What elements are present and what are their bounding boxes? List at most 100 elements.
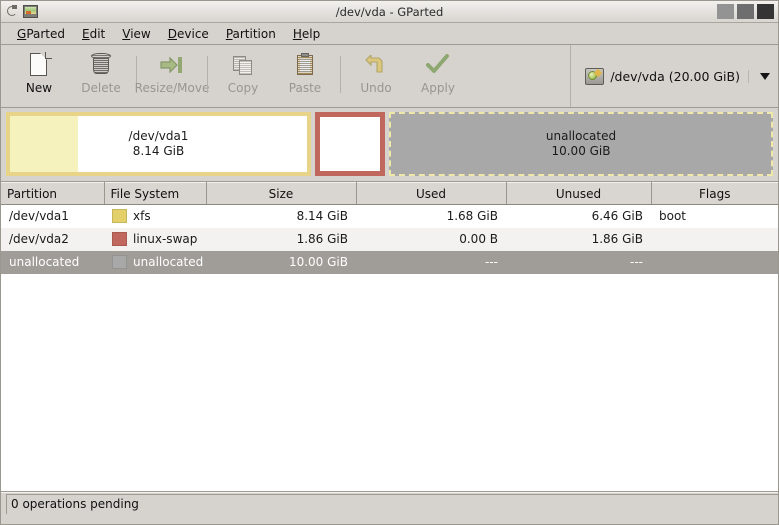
toolbar: New Delete Resize/Move Copy Paste Undo A…: [1, 45, 778, 108]
partition-graphic: /dev/vda1 8.14 GiB unallocated 10.00 GiB: [1, 108, 778, 182]
copy-button[interactable]: Copy: [212, 50, 274, 95]
column-header-flags[interactable]: Flags: [651, 182, 778, 205]
window-controls: [717, 4, 774, 19]
paste-button-label: Paste: [288, 81, 322, 95]
copy-button-label: Copy: [227, 81, 259, 95]
cell-partition: /dev/vda2: [1, 227, 104, 251]
window-menu-icon[interactable]: [6, 5, 19, 18]
delete-button[interactable]: Delete: [70, 50, 132, 95]
column-header-unused[interactable]: Unused: [506, 182, 652, 205]
partition-table: Partition File System Size Used Unused F…: [1, 182, 778, 274]
table-row[interactable]: /dev/vda2 linux-swap 1.86 GiB 0.00 B 1.8…: [1, 227, 778, 251]
device-selector-divider: [748, 69, 749, 83]
menu-device-label: evice: [177, 26, 209, 41]
title-bar: /dev/vda - GParted: [1, 1, 778, 23]
menu-edit[interactable]: Edit: [74, 25, 114, 43]
apply-check-icon: [425, 52, 451, 78]
cell-flags: [651, 227, 778, 251]
menu-view[interactable]: View: [114, 25, 159, 43]
toolbar-separator-2: [207, 56, 208, 93]
partition-table-area[interactable]: Partition File System Size Used Unused F…: [1, 182, 778, 492]
resize-move-icon: [159, 52, 185, 78]
graphic-partition-vda2[interactable]: [315, 112, 385, 176]
table-row[interactable]: /dev/vda1 xfs 8.14 GiB 1.68 GiB 6.46 GiB…: [1, 204, 778, 228]
cell-size: 1.86 GiB: [206, 227, 356, 251]
window-title: /dev/vda - GParted: [335, 4, 444, 19]
cell-size: 8.14 GiB: [206, 204, 356, 228]
new-button[interactable]: New: [8, 50, 70, 95]
cell-filesystem-label: unallocated: [133, 255, 204, 269]
device-selector[interactable]: /dev/vda (20.00 GiB): [581, 64, 772, 89]
chevron-down-icon[interactable]: [760, 72, 770, 80]
filesystem-swatch: [112, 232, 127, 246]
table-row[interactable]: unallocated unallocated 10.00 GiB --- --…: [1, 250, 778, 274]
device-selector-label: /dev/vda (20.00 GiB): [610, 68, 740, 84]
graphic-vda1-name: /dev/vda1: [128, 129, 189, 143]
menu-gparted-label: Parted: [26, 26, 66, 41]
new-button-label: New: [25, 81, 53, 95]
cell-partition: /dev/vda1: [1, 204, 104, 228]
column-header-partition[interactable]: Partition: [1, 182, 105, 205]
graphic-vda1-used-area: [10, 116, 78, 172]
cell-filesystem: unallocated: [104, 250, 206, 274]
undo-icon: [363, 52, 389, 78]
cell-size: 10.00 GiB: [206, 250, 356, 274]
menu-partition[interactable]: Partition: [218, 25, 285, 43]
gparted-window: /dev/vda - GParted GParted Edit View Dev…: [0, 0, 779, 525]
gparted-app-icon: [23, 5, 38, 18]
paste-icon: [292, 52, 318, 78]
menu-help-label: elp: [301, 26, 321, 41]
undo-button[interactable]: Undo: [345, 50, 407, 95]
maximize-button[interactable]: [737, 4, 754, 19]
menu-edit-mnemonic: E: [82, 26, 90, 41]
hard-disk-icon: [585, 67, 605, 85]
copy-icon: [230, 52, 256, 78]
menu-gparted-mnemonic: G: [17, 26, 27, 41]
cell-used: ---: [356, 250, 506, 274]
device-selector-area: /dev/vda (20.00 GiB): [570, 45, 778, 107]
menu-help-mnemonic: H: [292, 26, 302, 41]
graphic-vda1-label: /dev/vda1 8.14 GiB: [129, 129, 189, 159]
undo-button-label: Undo: [360, 81, 392, 95]
cell-filesystem-label: xfs: [133, 209, 151, 224]
menu-edit-label: dit: [89, 26, 106, 41]
graphic-unallocated-size: 10.00 GiB: [551, 144, 611, 158]
toolbar-separator-3: [340, 56, 341, 93]
cell-filesystem: linux-swap: [104, 227, 206, 251]
close-button[interactable]: [757, 4, 774, 19]
cell-unused: 6.46 GiB: [506, 204, 651, 228]
menu-bar: GParted Edit View Device Partition Help: [1, 23, 778, 45]
menu-device[interactable]: Device: [160, 25, 218, 43]
menu-help[interactable]: Help: [285, 25, 329, 43]
graphic-partition-vda1[interactable]: /dev/vda1 8.14 GiB: [6, 112, 311, 176]
status-bar: 0 operations pending: [1, 492, 778, 514]
column-header-used[interactable]: Used: [356, 182, 507, 205]
resize-move-button[interactable]: Resize/Move: [135, 50, 209, 95]
new-document-icon: [26, 52, 52, 78]
minimize-button[interactable]: [717, 4, 734, 19]
status-bar-text: 0 operations pending: [6, 493, 778, 514]
cell-filesystem: xfs: [104, 204, 206, 228]
apply-button[interactable]: Apply: [407, 50, 469, 95]
graphic-unallocated-label: unallocated 10.00 GiB: [546, 129, 616, 159]
menu-gparted[interactable]: GParted: [9, 25, 74, 43]
cell-used: 0.00 B: [356, 227, 506, 251]
cell-unused: 1.86 GiB: [506, 227, 651, 251]
graphic-partition-unallocated[interactable]: unallocated 10.00 GiB: [389, 112, 773, 176]
cell-used: 1.68 GiB: [356, 204, 506, 228]
cell-unused: ---: [506, 250, 651, 274]
graphic-unallocated-name: unallocated: [545, 129, 617, 143]
trash-icon: [88, 52, 114, 78]
table-header-row: Partition File System Size Used Unused F…: [1, 182, 778, 205]
paste-button[interactable]: Paste: [274, 50, 336, 95]
menu-partition-label: artition: [232, 26, 276, 41]
menu-view-label: iew: [130, 26, 151, 41]
cell-flags: [651, 250, 778, 274]
menu-partition-mnemonic: P: [225, 26, 233, 41]
column-header-filesystem[interactable]: File System: [104, 182, 207, 205]
filesystem-swatch: [112, 255, 127, 269]
title-bar-icons: [1, 5, 38, 18]
column-header-size[interactable]: Size: [206, 182, 357, 205]
delete-button-label: Delete: [81, 81, 121, 95]
menu-device-mnemonic: D: [167, 26, 177, 41]
